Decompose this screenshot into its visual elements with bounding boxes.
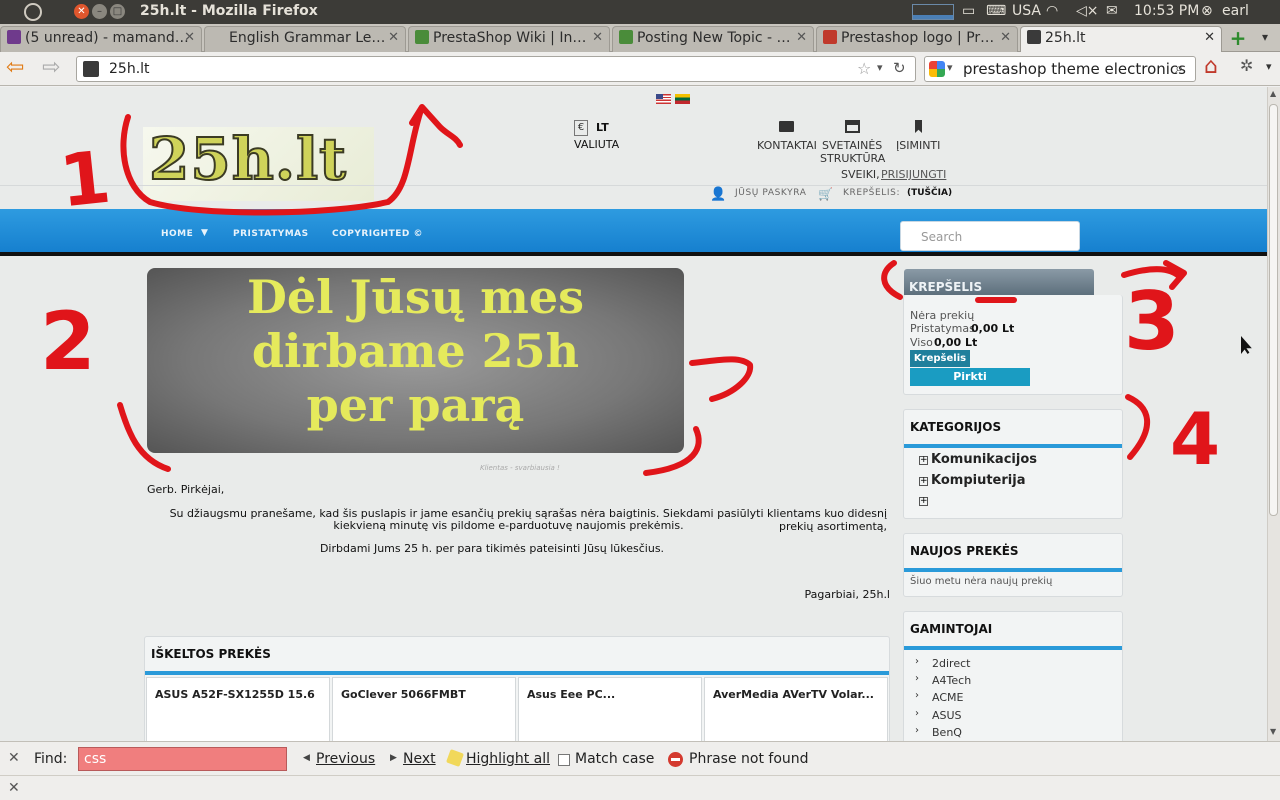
keyboard-icon[interactable]: ⌨ — [986, 3, 1006, 19]
prestashop-favicon-icon — [619, 30, 633, 44]
close-tab-icon[interactable]: ✕ — [184, 30, 195, 45]
tab-prestashop-wiki[interactable]: PrestaShop Wiki | In… ✕ — [408, 26, 610, 52]
network-graph-icon — [912, 4, 954, 20]
annotation-arrow-logo — [120, 104, 463, 216]
annotation-bracket-banner-left — [117, 402, 171, 472]
web-page: 25h.lt € LT VALIUTA KONTAKTAI SVETAINĖS … — [0, 87, 1267, 741]
tab-grammar[interactable]: English Grammar Le… ✕ — [204, 26, 406, 52]
web-search-bar[interactable]: ▾ prestashop theme electronics ⌕ — [924, 56, 1196, 82]
tab-mail[interactable]: (5 unread) - mamand… ✕ — [0, 26, 202, 52]
mail-icon[interactable]: ✉ — [1106, 3, 1118, 19]
close-tab-icon[interactable]: ✕ — [796, 30, 807, 45]
scroll-up-icon[interactable]: ▲ — [1270, 89, 1276, 98]
find-previous-button[interactable]: Previous — [316, 751, 375, 767]
highlight-icon[interactable] — [446, 749, 464, 767]
annotation-bracket-cart — [881, 260, 903, 300]
tab-list-icon[interactable]: ▾ — [1262, 30, 1268, 44]
url-text: 25h.lt — [109, 61, 150, 77]
forward-icon[interactable]: ⇨ — [42, 55, 60, 80]
annotation-number: 1 — [55, 134, 115, 224]
user-name[interactable]: earl — [1222, 3, 1249, 19]
not-found-icon — [668, 752, 683, 767]
window-title: 25h.lt - Mozilla Firefox — [140, 3, 318, 19]
annotation-number: 2 — [40, 295, 96, 388]
next-icon[interactable]: ▶ — [390, 753, 397, 763]
previous-icon[interactable]: ◀ — [303, 753, 310, 763]
mail-favicon-icon — [7, 30, 21, 44]
display-icon[interactable]: ▭ — [962, 3, 975, 19]
find-next-button[interactable]: Next — [403, 751, 436, 767]
site-favicon-icon — [1027, 30, 1041, 44]
close-window-button[interactable]: ✕ — [74, 4, 89, 19]
annotation-number: 3 — [1124, 275, 1180, 368]
navigation-bar: ⇦ ⇨ 25h.lt ☆ ▾ ↻ ▾ prestashop theme elec… — [0, 52, 1280, 86]
annotation-number: 4 — [1170, 397, 1221, 481]
maximize-window-button[interactable]: □ — [110, 4, 125, 19]
slash-favicon-icon — [823, 30, 837, 44]
new-tab-button[interactable]: + — [1226, 28, 1250, 50]
keyboard-layout[interactable]: USA — [1012, 3, 1041, 19]
addon-bug-icon[interactable]: ✲ — [1240, 56, 1253, 75]
find-label: Find: — [34, 751, 68, 767]
home-icon[interactable]: ⌂ — [1204, 54, 1218, 79]
site-identity-icon[interactable] — [83, 61, 99, 77]
close-tab-icon[interactable]: ✕ — [592, 30, 603, 45]
annotation-arrow-banner — [689, 356, 754, 402]
ubuntu-logo-icon[interactable] — [24, 3, 42, 21]
tab-bar: (5 unread) - mamand… ✕ English Grammar Le… — [0, 24, 1280, 52]
url-bar[interactable]: 25h.lt ☆ ▾ ↻ — [76, 56, 916, 82]
engine-menu-icon[interactable]: ▾ — [947, 61, 953, 74]
menu-overflow-icon[interactable]: ▾ — [1266, 60, 1272, 73]
close-tab-icon[interactable]: ✕ — [1000, 30, 1011, 45]
annotation-bracket-banner-right — [643, 426, 702, 476]
annotation-bracket-categories — [1125, 394, 1150, 460]
close-addon-bar-icon[interactable]: ✕ — [8, 780, 20, 796]
volume-icon[interactable]: ◁× — [1076, 3, 1099, 19]
red-annotation-overlay — [117, 104, 1187, 476]
match-case-label[interactable]: Match case — [575, 751, 654, 767]
close-tab-icon[interactable]: ✕ — [1204, 30, 1215, 45]
wifi-icon[interactable]: ◠ — [1046, 3, 1058, 19]
tab-prestashop-logo[interactable]: Prestashop logo | Pr… ✕ — [816, 26, 1018, 52]
match-case-checkbox[interactable] — [558, 754, 570, 766]
session-icon[interactable]: ⊗ — [1201, 3, 1213, 19]
find-bar: ✕ Find: css ◀ Previous ▶ Next Highlight … — [0, 741, 1280, 775]
google-icon[interactable] — [929, 61, 945, 77]
find-input[interactable]: css — [78, 747, 287, 771]
url-history-icon[interactable]: ▾ — [877, 61, 883, 74]
find-status: Phrase not found — [689, 751, 809, 767]
reload-icon[interactable]: ↻ — [893, 59, 906, 77]
web-search-text: prestashop theme electronics — [963, 60, 1186, 78]
back-icon[interactable]: ⇦ — [6, 55, 24, 80]
status-bar: ✕ — [0, 775, 1280, 800]
bookmark-star-icon[interactable]: ☆ — [857, 59, 871, 78]
search-icon[interactable]: ⌕ — [1175, 59, 1183, 77]
highlight-all-button[interactable]: Highlight all — [466, 751, 550, 767]
scrollbar-thumb[interactable] — [1269, 104, 1278, 516]
clock[interactable]: 10:53 PM — [1134, 3, 1199, 19]
close-tab-icon[interactable]: ✕ — [388, 30, 399, 45]
minimize-window-button[interactable]: – — [92, 4, 107, 19]
tab-25h[interactable]: 25h.lt ✕ — [1020, 26, 1222, 52]
scroll-down-icon[interactable]: ▼ — [1270, 727, 1276, 736]
os-top-panel: ✕ – □ 25h.lt - Mozilla Firefox ▭ ⌨ USA ◠… — [0, 0, 1280, 24]
prestashop-favicon-icon — [415, 30, 429, 44]
tab-posting-topic[interactable]: Posting New Topic - … ✕ — [612, 26, 814, 52]
close-find-icon[interactable]: ✕ — [8, 750, 20, 766]
